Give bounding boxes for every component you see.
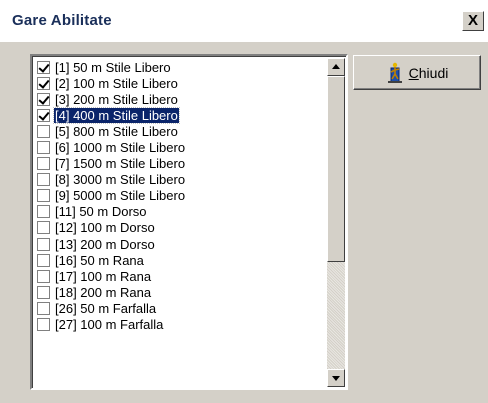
list-item[interactable]: [12] 100 m Dorso (35, 220, 313, 236)
list-item[interactable]: [5] 800 m Stile Libero (35, 123, 313, 139)
vertical-scrollbar[interactable] (327, 58, 345, 387)
close-button[interactable]: X (462, 11, 484, 31)
list-item-label: [26] 50 m Farfalla (55, 300, 157, 316)
list-item[interactable]: [17] 100 m Rana (35, 268, 313, 284)
dialog-window: Gare Abilitate X [1] 50 m Stile Libero [2… (0, 0, 488, 403)
door-exit-icon (387, 62, 402, 83)
list-item-label: [1] 50 m Stile Libero (55, 59, 171, 75)
list-item[interactable]: [2] 100 m Stile Libero (35, 75, 313, 91)
checkbox[interactable] (37, 124, 50, 138)
checkbox[interactable] (37, 60, 50, 74)
events-checklist[interactable]: [1] 50 m Stile Libero [2] 100 m Stile Lib… (30, 54, 348, 390)
list-item-label: [8] 3000 m Stile Libero (55, 172, 186, 188)
scroll-up-button[interactable] (327, 58, 345, 76)
list-item-label: [6] 1000 m Stile Libero (55, 140, 186, 156)
list-item-label: [18] 200 m Rana (55, 284, 152, 300)
window-title: Gare Abilitate (12, 12, 112, 29)
list-item[interactable]: [11] 50 m Dorso (35, 204, 313, 220)
list-item[interactable]: [8] 3000 m Stile Libero (35, 172, 313, 188)
chiudi-label: Chiudi (408, 64, 449, 81)
list-item[interactable]: [27] 100 m Farfalla (35, 317, 313, 333)
checkbox[interactable] (37, 76, 50, 90)
list-item[interactable]: [26] 50 m Farfalla (35, 300, 313, 316)
checkbox[interactable] (37, 205, 50, 219)
list-item-label: [9] 5000 m Stile Libero (55, 188, 186, 204)
checkbox[interactable] (37, 301, 50, 315)
list-item[interactable]: [7] 1500 m Stile Libero (35, 156, 313, 172)
checkbox[interactable] (37, 253, 50, 267)
scroll-thumb[interactable] (327, 76, 345, 262)
list-item-label: [3] 200 m Stile Libero (55, 91, 178, 107)
scroll-down-button[interactable] (327, 369, 345, 387)
list-item[interactable]: [16] 50 m Rana (35, 252, 313, 268)
checkbox[interactable] (37, 92, 50, 106)
list-item-label: [16] 50 m Rana (55, 252, 144, 268)
list-item[interactable]: [9] 5000 m Stile Libero (35, 188, 313, 204)
list-item-label: [4] 400 m Stile Libero (53, 106, 180, 124)
checkbox[interactable] (37, 157, 50, 171)
checkbox[interactable] (37, 318, 50, 332)
checkbox[interactable] (37, 141, 50, 155)
list-item-label: [2] 100 m Stile Libero (55, 75, 178, 91)
arrow-down-icon (332, 376, 340, 381)
checkbox[interactable] (37, 221, 50, 235)
list-item[interactable]: [4] 400 m Stile Libero (35, 106, 313, 124)
dialog-body: [1] 50 m Stile Libero [2] 100 m Stile Lib… (10, 42, 488, 403)
arrow-up-icon (332, 64, 340, 69)
list-item[interactable]: [1] 50 m Stile Libero (35, 59, 313, 75)
checkbox[interactable] (37, 189, 50, 203)
chiudi-button[interactable]: Chiudi (353, 55, 481, 90)
list-item[interactable]: [3] 200 m Stile Libero (35, 91, 313, 107)
list-item[interactable]: [6] 1000 m Stile Libero (35, 139, 313, 155)
list-item-label: [11] 50 m Dorso (55, 204, 147, 220)
list-item-label: [27] 100 m Farfalla (55, 317, 164, 333)
checkbox[interactable] (37, 285, 50, 299)
list-item[interactable]: [13] 200 m Dorso (35, 236, 313, 252)
checkbox[interactable] (37, 237, 50, 251)
list-item-label: [7] 1500 m Stile Libero (55, 156, 186, 172)
checkbox[interactable] (37, 269, 50, 283)
checklist-items: [1] 50 m Stile Libero [2] 100 m Stile Lib… (35, 59, 313, 333)
list-item-label: [5] 800 m Stile Libero (55, 123, 178, 139)
checkbox[interactable] (37, 173, 50, 187)
list-item-label: [12] 100 m Dorso (55, 220, 155, 236)
list-item-label: [17] 100 m Rana (55, 268, 152, 284)
list-item[interactable]: [18] 200 m Rana (35, 284, 313, 300)
checkbox[interactable] (37, 108, 50, 122)
title-bar: Gare Abilitate X (0, 0, 488, 42)
list-item-label: [13] 200 m Dorso (55, 236, 155, 252)
